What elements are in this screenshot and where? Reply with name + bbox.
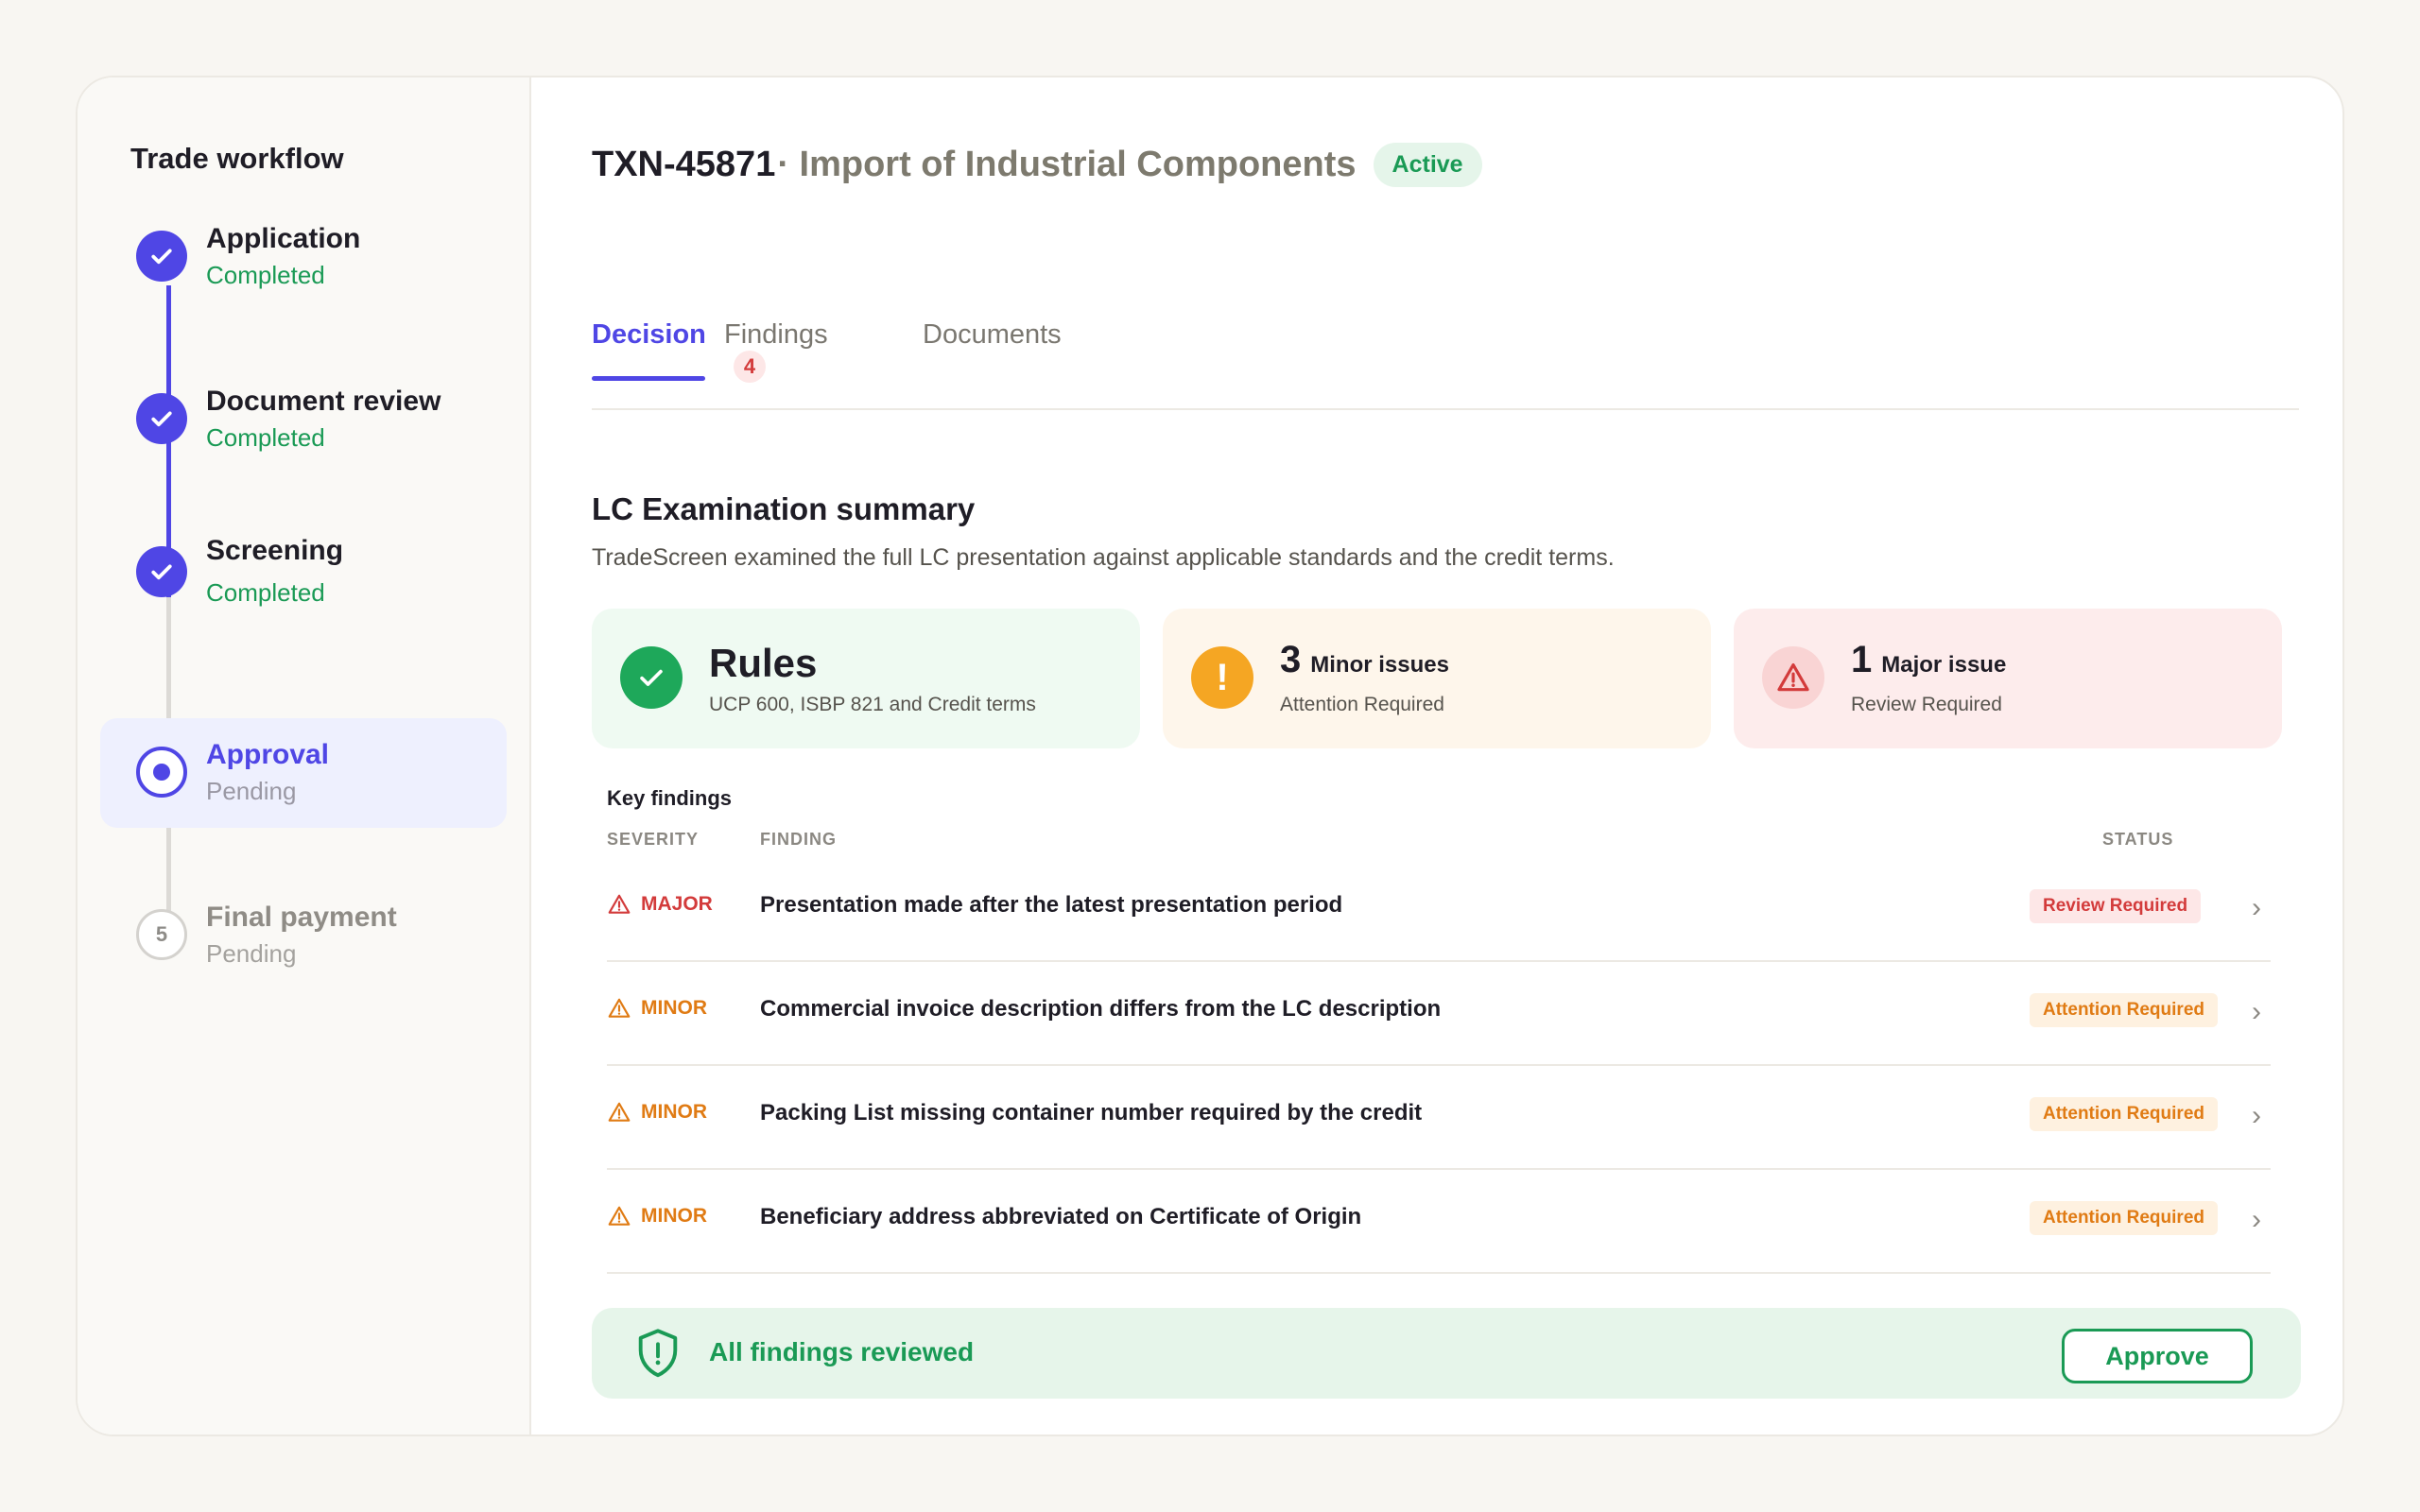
rules-title: Rules bbox=[709, 641, 818, 685]
transaction-title: · Import of Industrial Components bbox=[777, 144, 1357, 184]
exclamation-icon: ! bbox=[1191, 646, 1253, 709]
status-pill: Attention Required bbox=[2030, 1201, 2218, 1235]
checkmark-icon bbox=[136, 231, 187, 282]
step-status: Completed bbox=[206, 261, 325, 289]
finding-row[interactable]: MINOR Commercial invoice description dif… bbox=[607, 962, 2271, 1066]
minor-issues-heading: 3 Minor issues bbox=[1280, 639, 1449, 681]
chevron-right-icon[interactable]: › bbox=[2252, 892, 2261, 924]
finding-text: Packing List missing container number re… bbox=[760, 1100, 1423, 1125]
column-header-status: STATUS bbox=[2102, 830, 2174, 849]
approve-button[interactable]: Approve bbox=[2062, 1329, 2253, 1383]
chevron-right-icon[interactable]: › bbox=[2252, 1204, 2261, 1236]
sidebar-title: Trade workflow bbox=[130, 142, 344, 175]
check-circle-icon bbox=[620, 646, 683, 709]
tab-findings[interactable]: Findings4 bbox=[724, 319, 828, 383]
step-final-payment[interactable]: 5 Final payment Pending bbox=[100, 881, 507, 990]
main-panel: TXN-45871 · Import of Industrial Compone… bbox=[533, 77, 2342, 1435]
status-pill: Attention Required bbox=[2030, 1097, 2218, 1131]
warning-triangle-icon bbox=[608, 998, 631, 1018]
step-status: Pending bbox=[206, 777, 297, 805]
review-footer: All findings reviewed Approve bbox=[592, 1308, 2301, 1399]
step-number-icon: 5 bbox=[136, 909, 187, 960]
severity-text: MINOR bbox=[641, 1205, 707, 1227]
chevron-right-icon[interactable]: › bbox=[2252, 1100, 2261, 1132]
status-pill: Review Required bbox=[2030, 889, 2202, 923]
step-status: Completed bbox=[206, 578, 325, 607]
step-label: Final payment bbox=[206, 902, 397, 933]
severity-label: MAJOR bbox=[607, 892, 713, 917]
page-header: TXN-45871 · Import of Industrial Compone… bbox=[592, 138, 1482, 191]
tab-decision[interactable]: Decision bbox=[592, 319, 706, 351]
step-document-review[interactable]: Document review Completed bbox=[100, 363, 507, 472]
major-issues-count: 1 bbox=[1851, 639, 1873, 680]
summary-title: LC Examination summary bbox=[592, 491, 976, 526]
warning-triangle-icon bbox=[608, 1102, 631, 1122]
severity-label: MINOR bbox=[607, 1100, 707, 1125]
severity-text: MINOR bbox=[641, 1101, 707, 1123]
tab-label: Findings bbox=[724, 319, 828, 350]
major-issues-label: Major issue bbox=[1881, 652, 2007, 678]
warning-triangle-icon bbox=[608, 1206, 631, 1226]
finding-row[interactable]: MAJOR Presentation made after the latest… bbox=[607, 858, 2271, 962]
finding-row[interactable]: MINOR Packing List missing container num… bbox=[607, 1066, 2271, 1170]
column-header-finding: FINDING bbox=[760, 830, 837, 849]
finding-row[interactable]: MINOR Beneficiary address abbreviated on… bbox=[607, 1170, 2271, 1274]
minor-issues-count: 3 bbox=[1280, 639, 1302, 680]
minor-issues-card[interactable]: ! 3 Minor issues Attention Required bbox=[1163, 609, 1711, 748]
current-step-icon bbox=[136, 747, 187, 798]
step-label: Document review bbox=[206, 386, 441, 417]
major-issues-subtitle: Review Required bbox=[1851, 694, 2002, 715]
rules-subtitle: UCP 600, ISBP 821 and Credit terms bbox=[709, 694, 1036, 715]
severity-text: MINOR bbox=[641, 997, 707, 1019]
step-screening[interactable]: Screening Completed bbox=[100, 518, 507, 627]
checkmark-icon bbox=[136, 393, 187, 444]
chevron-right-icon[interactable]: › bbox=[2252, 996, 2261, 1028]
main-card: Trade workflow Application Completed Doc… bbox=[76, 76, 2344, 1436]
warning-triangle-icon bbox=[1762, 646, 1824, 709]
finding-text: Commercial invoice description differs f… bbox=[760, 996, 1442, 1022]
minor-issues-label: Minor issues bbox=[1310, 652, 1449, 678]
finding-text: Presentation made after the latest prese… bbox=[760, 892, 1343, 918]
step-label: Screening bbox=[206, 535, 344, 566]
major-issues-heading: 1 Major issue bbox=[1851, 639, 2006, 681]
severity-label: MINOR bbox=[607, 996, 707, 1021]
step-application[interactable]: Application Completed bbox=[100, 200, 507, 310]
step-approval[interactable]: Approval Pending bbox=[100, 718, 507, 828]
checkmark-icon bbox=[136, 546, 187, 597]
shield-alert-icon bbox=[633, 1327, 683, 1384]
finding-text: Beneficiary address abbreviated on Certi… bbox=[760, 1204, 1362, 1229]
workflow-sidebar: Trade workflow Application Completed Doc… bbox=[78, 77, 531, 1435]
key-findings-title: Key findings bbox=[607, 786, 733, 810]
footer-message: All findings reviewed bbox=[709, 1337, 975, 1366]
tab-documents[interactable]: Documents bbox=[923, 319, 1062, 351]
step-status: Completed bbox=[206, 423, 325, 452]
severity-label: MINOR bbox=[607, 1204, 707, 1228]
summary-description: TradeScreen examined the full LC present… bbox=[592, 544, 1615, 571]
step-label: Approval bbox=[206, 739, 330, 770]
major-issues-card[interactable]: 1 Major issue Review Required bbox=[1734, 609, 2282, 748]
step-label: Application bbox=[206, 223, 361, 254]
rules-card: Rules UCP 600, ISBP 821 and Credit terms bbox=[592, 609, 1140, 748]
warning-triangle-icon bbox=[608, 894, 631, 914]
step-status: Pending bbox=[206, 939, 297, 968]
tab-label: Documents bbox=[923, 319, 1062, 350]
tabs-divider bbox=[592, 408, 2299, 410]
severity-text: MAJOR bbox=[641, 893, 713, 915]
status-pill: Attention Required bbox=[2030, 993, 2218, 1027]
status-badge: Active bbox=[1373, 142, 1482, 187]
active-tab-indicator bbox=[592, 376, 705, 381]
tab-label: Decision bbox=[592, 319, 706, 350]
findings-count-badge: 4 bbox=[734, 351, 766, 383]
minor-issues-subtitle: Attention Required bbox=[1280, 694, 1444, 715]
column-header-severity: SEVERITY bbox=[607, 830, 700, 849]
transaction-id: TXN-45871 bbox=[592, 144, 776, 184]
